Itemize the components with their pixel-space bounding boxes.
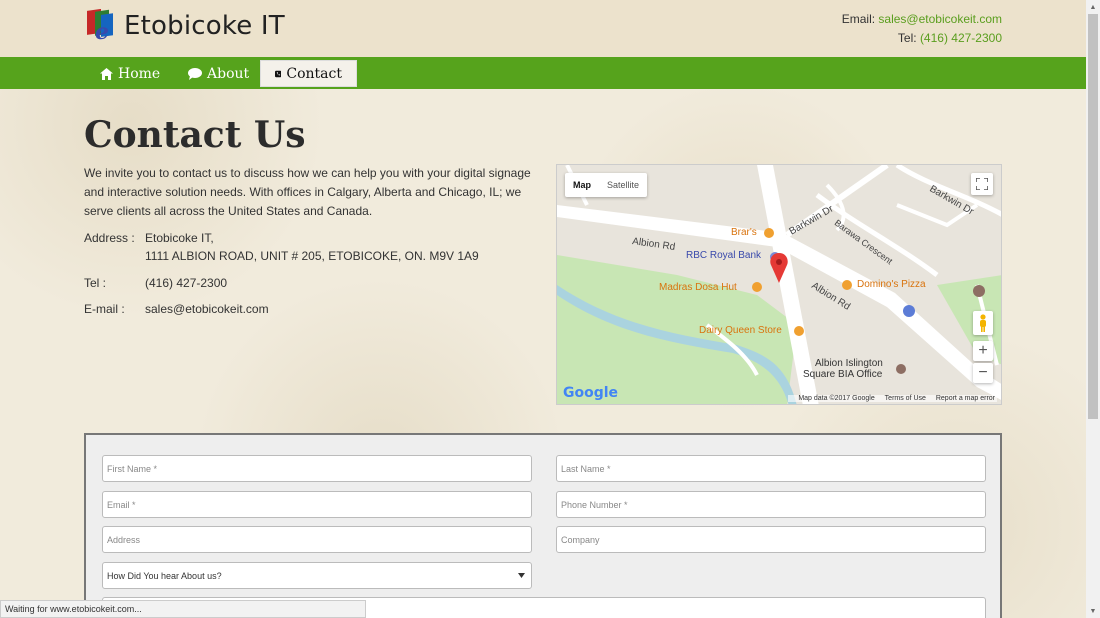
address-input[interactable]: Address <box>102 526 532 553</box>
phone-input[interactable]: Phone Number * <box>556 491 986 518</box>
nav-about[interactable]: About <box>174 60 263 87</box>
scroll-thumb[interactable] <box>1088 14 1098 419</box>
how-heard-select[interactable]: How Did You hear About us? <box>102 562 532 589</box>
map-label-brars: Brar's <box>731 227 757 238</box>
chat-bubble-icon <box>188 67 202 80</box>
map-type-toggle: Map Satellite <box>565 173 648 197</box>
main-nav: Home About Contact <box>0 57 1086 89</box>
address-line1: Etobicoke IT, <box>145 231 214 245</box>
site-logo[interactable]: e Etobicoke IT <box>86 8 285 45</box>
map-label-madras: Madras Dosa Hut <box>659 282 737 293</box>
nav-contact-label: Contact <box>286 65 342 82</box>
browser-status-bar: Waiting for www.etobicokeit.com... <box>0 600 366 618</box>
map-report-link[interactable]: Report a map error <box>936 395 995 402</box>
address-label: Address : <box>84 231 135 245</box>
map-label-dairy-queen: Dairy Queen Store <box>699 325 782 336</box>
map-label-rbc: RBC Royal Bank <box>686 250 762 261</box>
how-heard-value: How Did You hear About us? <box>107 570 222 581</box>
svg-text:e: e <box>95 19 109 43</box>
last-name-input[interactable]: Last Name * <box>556 455 986 482</box>
map-label-dominos: Domino's Pizza <box>857 279 926 290</box>
header-tel-link[interactable]: (416) 427-2300 <box>920 31 1002 45</box>
zoom-in-button[interactable]: + <box>973 341 993 361</box>
map-canvas <box>557 165 1001 404</box>
email-value: sales@etobicokeit.com <box>145 302 269 316</box>
map-footer: Map data ©2017 Google Terms of Use Repor… <box>788 395 997 402</box>
page-title: Contact Us <box>84 114 306 156</box>
pegman-icon <box>980 314 986 332</box>
contact-form: First Name * Last Name * Email * Phone N… <box>84 433 1002 618</box>
tel-label: Tel : <box>84 276 107 290</box>
site-header: e Etobicoke IT Email: sales@etobicokeit.… <box>0 0 1086 57</box>
dropdown-arrow-icon <box>518 573 525 578</box>
intro-text: We invite you to contact us to discuss h… <box>84 166 531 218</box>
map-tab-map[interactable]: Map <box>565 173 599 197</box>
nav-contact[interactable]: Contact <box>260 60 357 87</box>
google-logo[interactable]: Google <box>563 385 618 401</box>
header-contact: Email: sales@etobicokeit.com Tel: (416) … <box>842 10 1002 48</box>
google-map[interactable]: Brar's RBC Royal Bank Domino's Pizza Mad… <box>556 164 1002 405</box>
page: e Etobicoke IT Email: sales@etobicokeit.… <box>0 0 1086 618</box>
home-icon <box>100 67 113 80</box>
map-tab-satellite[interactable]: Satellite <box>599 173 647 197</box>
nav-home-label: Home <box>118 65 161 82</box>
fullscreen-button[interactable] <box>971 173 993 195</box>
map-label-square-bia: Square BIA Office <box>803 369 883 380</box>
company-input[interactable]: Company <box>556 526 986 553</box>
tel-value: (416) 427-2300 <box>145 276 228 290</box>
page-scrollbar[interactable]: ▲ ▼ <box>1086 0 1100 618</box>
street-view-button[interactable] <box>973 311 993 335</box>
scroll-down-arrow-icon[interactable]: ▼ <box>1086 604 1100 618</box>
fullscreen-icon <box>976 178 988 190</box>
map-terms-link[interactable]: Terms of Use <box>885 395 926 402</box>
scroll-up-arrow-icon[interactable]: ▲ <box>1086 0 1100 14</box>
phone-icon <box>275 70 282 77</box>
header-email-link[interactable]: sales@etobicokeit.com <box>878 12 1002 26</box>
zoom-out-button[interactable]: − <box>973 363 993 383</box>
header-tel-label: Tel: <box>897 31 920 45</box>
map-data-text: Map data ©2017 Google <box>798 395 875 402</box>
email-input[interactable]: Email * <box>102 491 532 518</box>
logo-text: Etobicoke IT <box>124 11 285 41</box>
header-email-label: Email: <box>841 12 879 26</box>
nav-about-label: About <box>207 65 250 82</box>
map-label-albion-islington: Albion Islington <box>815 358 883 369</box>
email-label: E-mail : <box>84 302 125 316</box>
first-name-input[interactable]: First Name * <box>102 455 532 482</box>
address-line2: 1111 ALBION ROAD, UNIT # 205, ETOBICOKE,… <box>145 249 479 263</box>
nav-home[interactable]: Home <box>86 60 174 87</box>
logo-icon: e <box>86 8 120 45</box>
